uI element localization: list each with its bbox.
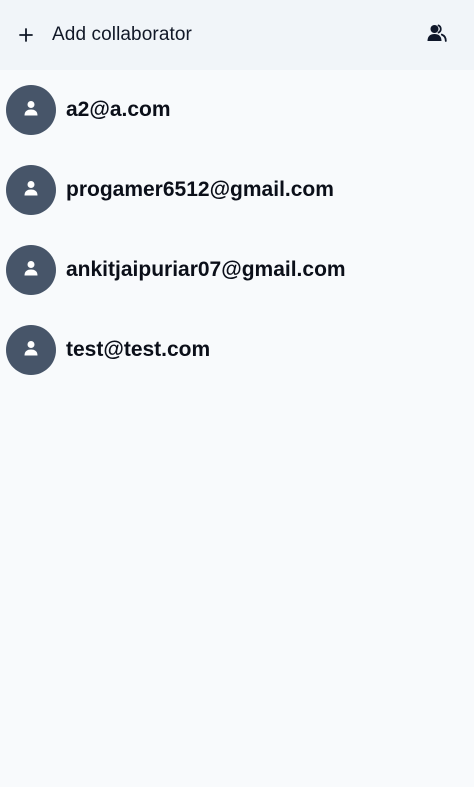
collaborator-email: progamer6512@gmail.com: [66, 178, 334, 201]
user-icon: [23, 180, 39, 201]
collaborator-email: ankitjaipuriar07@gmail.com: [66, 258, 346, 281]
collaborator-list: a2@a.com progamer6512@gmail.com ankitjai…: [0, 70, 474, 390]
users-button[interactable]: [424, 22, 450, 48]
user-icon: [23, 260, 39, 281]
avatar: [6, 325, 56, 375]
collaborator-row[interactable]: test@test.com: [0, 310, 474, 390]
user-icon: [23, 340, 39, 361]
collaborator-row[interactable]: a2@a.com: [0, 70, 474, 150]
users-icon: [427, 24, 447, 47]
user-icon: [23, 100, 39, 121]
collaborator-row[interactable]: ankitjaipuriar07@gmail.com: [0, 230, 474, 310]
collaborator-email: a2@a.com: [66, 98, 171, 121]
avatar: [6, 245, 56, 295]
add-collaborator-button[interactable]: Add collaborator: [0, 0, 202, 70]
avatar: [6, 165, 56, 215]
avatar: [6, 85, 56, 135]
add-collaborator-label: Add collaborator: [52, 24, 192, 45]
collaborator-row[interactable]: progamer6512@gmail.com: [0, 150, 474, 230]
header-bar: Add collaborator: [0, 0, 474, 70]
collaborator-email: test@test.com: [66, 338, 211, 361]
plus-icon: [16, 25, 36, 45]
